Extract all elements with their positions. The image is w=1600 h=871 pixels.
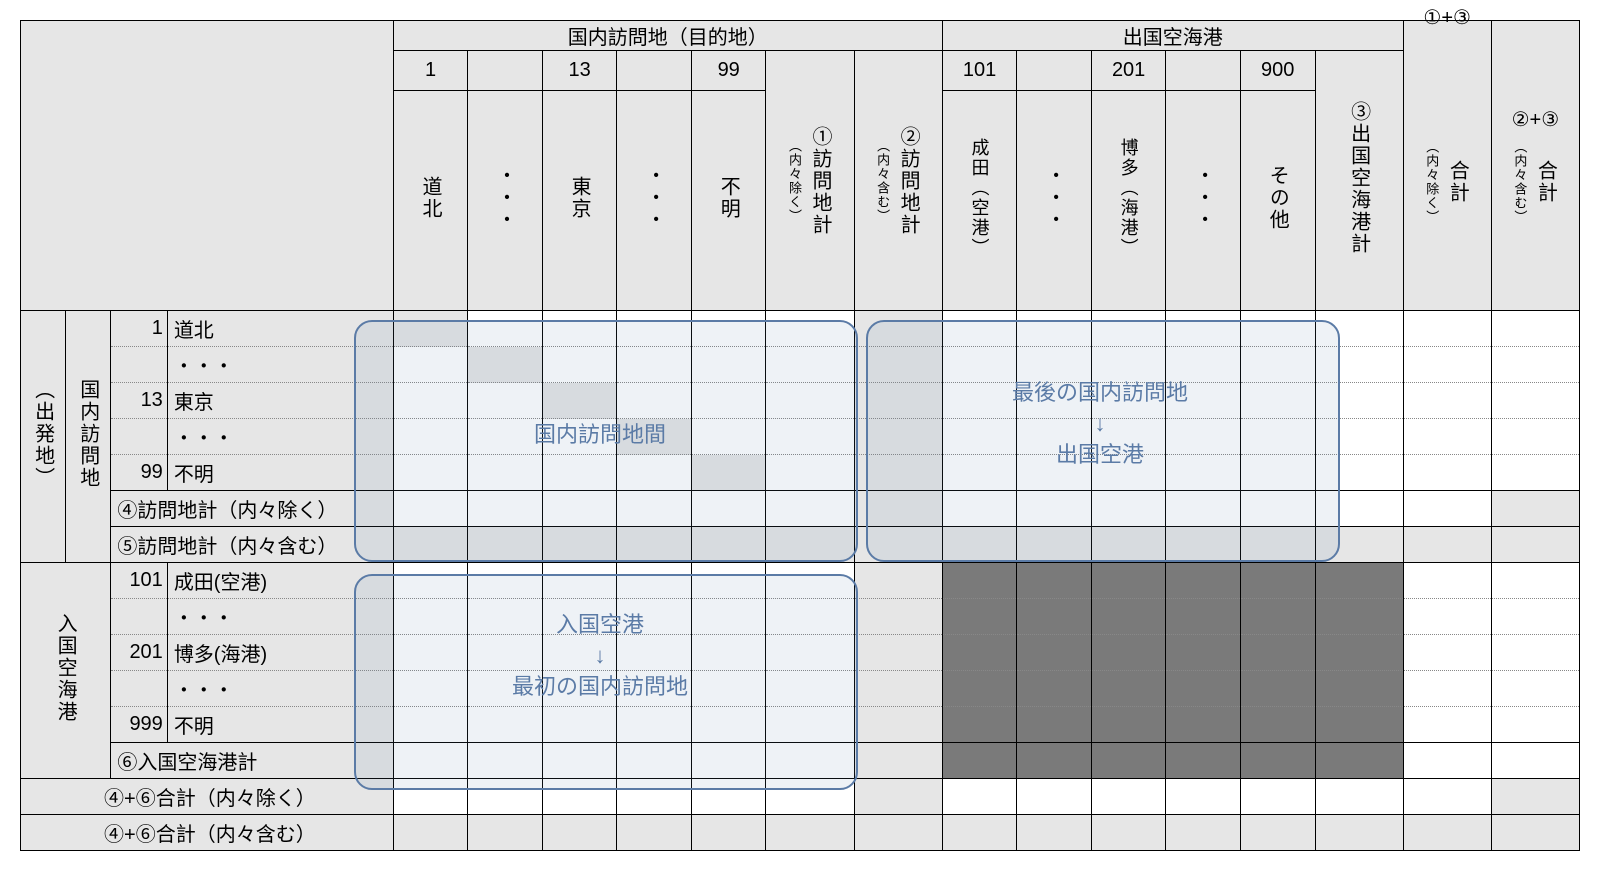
row-fumei2: 999 不明 (21, 707, 1580, 743)
r6-name: ④訪問地計（内々除く） (111, 491, 393, 527)
side-group2: 入国空海港 (21, 563, 111, 779)
hdr-departure-group: 出国空海港 (942, 21, 1403, 51)
num-201: 201 (1091, 51, 1166, 91)
r9-name: ・・・ (167, 599, 393, 635)
side-group1-inner: 国内訪問地 (66, 311, 111, 563)
row-sum4: ④訪問地計（内々除く） (21, 491, 1580, 527)
sum3-label: ③出国空海港計 (1345, 101, 1374, 255)
row-dots1: ・・・ (21, 347, 1580, 383)
col-douhoku: 道北 (393, 91, 468, 311)
hdr-sum1: ①訪問地計 （内々除く） (766, 51, 854, 311)
r15-name: ④+⑥合計（内々含む） (21, 815, 394, 851)
total-a-sub: （内々除く） (1422, 140, 1441, 224)
r3-num: 13 (111, 383, 167, 419)
r10-name: 博多(海港) (167, 635, 393, 671)
row-dots3: ・・・ (21, 599, 1580, 635)
row-douhoku: （出発地） 国内訪問地 1 道北 (21, 311, 1580, 347)
r12-name: 不明 (167, 707, 393, 743)
side-group1-outer: （出発地） (21, 311, 66, 563)
r2-name: ・・・ (167, 347, 393, 383)
sum2-sub: （内々含む） (873, 139, 892, 223)
r1-name: 道北 (167, 311, 393, 347)
col-dots1: ・・・ (468, 91, 543, 311)
sum1-sub: （内々除く） (785, 139, 804, 223)
num-1: 1 (393, 51, 468, 91)
col-other: その他 (1240, 91, 1315, 311)
r5-num: 99 (111, 455, 167, 491)
row-tokyo: 13 東京 (21, 383, 1580, 419)
total-a-main: 合計 (1443, 160, 1472, 204)
hdr-total-a: ①+③ 合計 （内々除く） (1403, 21, 1491, 311)
num-900: 900 (1240, 51, 1315, 91)
r3-name: 東京 (167, 383, 393, 419)
total-b-main: 合計 (1531, 160, 1560, 204)
col-hakata: 博多（海港） (1091, 91, 1166, 311)
r7-name: ⑤訪問地計（内々含む） (111, 527, 393, 563)
hdr-total-b: ②+③ 合計 （内々含む） (1491, 21, 1579, 311)
r13-name: ⑥入国空海港計 (111, 743, 393, 779)
num-101: 101 (942, 51, 1017, 91)
hdr-domestic-group: 国内訪問地（目的地） (393, 21, 942, 51)
col-fumei: 不明 (691, 91, 766, 311)
col-dots4: ・・・ (1166, 91, 1241, 311)
r8-name: 成田(空港) (167, 563, 393, 599)
num-99: 99 (691, 51, 766, 91)
r1-num: 1 (111, 311, 167, 347)
col-dots3: ・・・ (1017, 91, 1092, 311)
row-fumei: 99 不明 (21, 455, 1580, 491)
row-sum6: ⑥入国空海港計 (21, 743, 1580, 779)
total-b-sub: （内々含む） (1510, 140, 1529, 224)
col-narita: 成田（空港） (942, 91, 1017, 311)
r14-name: ④+⑥合計（内々除く） (21, 779, 394, 815)
r4-name: ・・・ (167, 419, 393, 455)
r10-num: 201 (111, 635, 167, 671)
r8-num: 101 (111, 563, 167, 599)
col-tokyo: 東京 (542, 91, 617, 311)
r11-name: ・・・ (167, 671, 393, 707)
r5-name: 不明 (167, 455, 393, 491)
row-dots2: ・・・ (21, 419, 1580, 455)
row-total-46b: ④+⑥合計（内々含む） (21, 815, 1580, 851)
col-dots2: ・・・ (617, 91, 692, 311)
hdr-sum3: ③出国空海港計 (1315, 51, 1403, 311)
sum2-label: ②訪問地計 (894, 126, 923, 236)
row-dots4: ・・・ (21, 671, 1580, 707)
row-hakata: 201 博多(海港) (21, 635, 1580, 671)
row-total-46a: ④+⑥合計（内々除く） (21, 779, 1580, 815)
row-narita: 入国空海港 101 成田(空港) (21, 563, 1580, 599)
r12-num: 999 (111, 707, 167, 743)
corner-blank (21, 21, 394, 311)
total-b-formula: ②+③ (1492, 107, 1579, 132)
matrix-table-wrapper: 国内訪問地（目的地） 出国空海港 ①+③ 合計 （内々除く） ②+③ 合計 （内… (20, 20, 1580, 851)
row-sum5: ⑤訪問地計（内々含む） (21, 527, 1580, 563)
num-13: 13 (542, 51, 617, 91)
total-a-formula: ①+③ (1404, 5, 1491, 30)
od-matrix-table: 国内訪問地（目的地） 出国空海港 ①+③ 合計 （内々除く） ②+③ 合計 （内… (20, 20, 1580, 851)
hdr-sum2: ②訪問地計 （内々含む） (854, 51, 942, 311)
sum1-label: ①訪問地計 (806, 126, 835, 236)
